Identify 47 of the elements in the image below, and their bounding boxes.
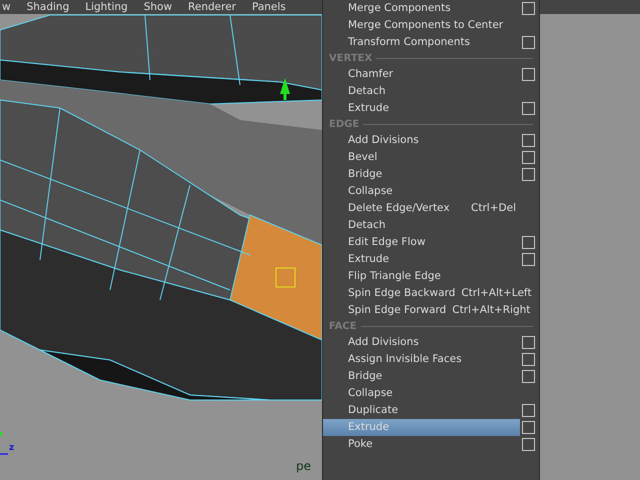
- menu-item[interactable]: Delete Edge/Vertex Ctrl+Del: [323, 200, 520, 217]
- menu-item[interactable]: Extrude: [323, 100, 520, 117]
- menu-item[interactable]: Collapse: [323, 385, 520, 402]
- menu-item[interactable]: Detach: [323, 83, 520, 100]
- option-box[interactable]: [522, 336, 535, 349]
- menu-item[interactable]: Extrude: [323, 251, 520, 268]
- menu-item[interactable]: Merge Components: [323, 0, 520, 17]
- menu-bar-item[interactable]: Panels: [244, 1, 294, 13]
- menu-item[interactable]: Add Divisions: [323, 132, 520, 149]
- menu-item[interactable]: Chamfer: [323, 66, 520, 83]
- option-box[interactable]: [522, 438, 535, 451]
- menu-item[interactable]: Detach: [323, 217, 520, 234]
- option-box[interactable]: [522, 421, 535, 434]
- menu-item[interactable]: Add Divisions: [323, 334, 520, 351]
- menu-item[interactable]: Collapse: [323, 183, 520, 200]
- menu-item[interactable]: Merge Components to Center: [323, 17, 520, 34]
- menu-bar-item[interactable]: w: [2, 1, 19, 13]
- menu-item[interactable]: Flip Triangle Edge: [323, 268, 520, 285]
- menu-item[interactable]: Edit Edge Flow: [323, 234, 520, 251]
- menu-item[interactable]: Bevel: [323, 149, 520, 166]
- option-box[interactable]: [522, 370, 535, 383]
- option-box[interactable]: [522, 102, 535, 115]
- option-box[interactable]: [522, 236, 535, 249]
- option-box[interactable]: [522, 404, 535, 417]
- camera-label: pe: [296, 459, 311, 473]
- option-box[interactable]: [522, 168, 535, 181]
- option-box[interactable]: [522, 134, 535, 147]
- menu-bar-item[interactable]: Shading: [18, 1, 78, 13]
- option-box[interactable]: [522, 253, 535, 266]
- option-box[interactable]: [522, 2, 535, 15]
- menu-item[interactable]: Transform Components: [323, 34, 520, 51]
- menu-item[interactable]: Poke: [323, 436, 520, 453]
- axis-icon: [0, 432, 8, 456]
- menu-bar-item[interactable]: Lighting: [77, 1, 136, 13]
- axis-label: z: [9, 443, 14, 453]
- menu-item[interactable]: Bridge: [323, 368, 520, 385]
- option-box[interactable]: [522, 68, 535, 81]
- menu-item[interactable]: Duplicate: [323, 402, 520, 419]
- menu-item[interactable]: Assign Invisible Faces: [323, 351, 520, 368]
- option-box[interactable]: [522, 36, 535, 49]
- menu-bar-item[interactable]: Renderer: [180, 1, 244, 13]
- option-box[interactable]: [522, 151, 535, 164]
- menu-item[interactable]: Bridge: [323, 166, 520, 183]
- menu-item[interactable]: Spin Edge Backward Ctrl+Alt+Left: [323, 285, 536, 302]
- menu-bar-item[interactable]: Show: [136, 1, 180, 13]
- menu-item[interactable]: Spin Edge Forward Ctrl+Alt+Right: [323, 302, 534, 319]
- option-box[interactable]: [522, 353, 535, 366]
